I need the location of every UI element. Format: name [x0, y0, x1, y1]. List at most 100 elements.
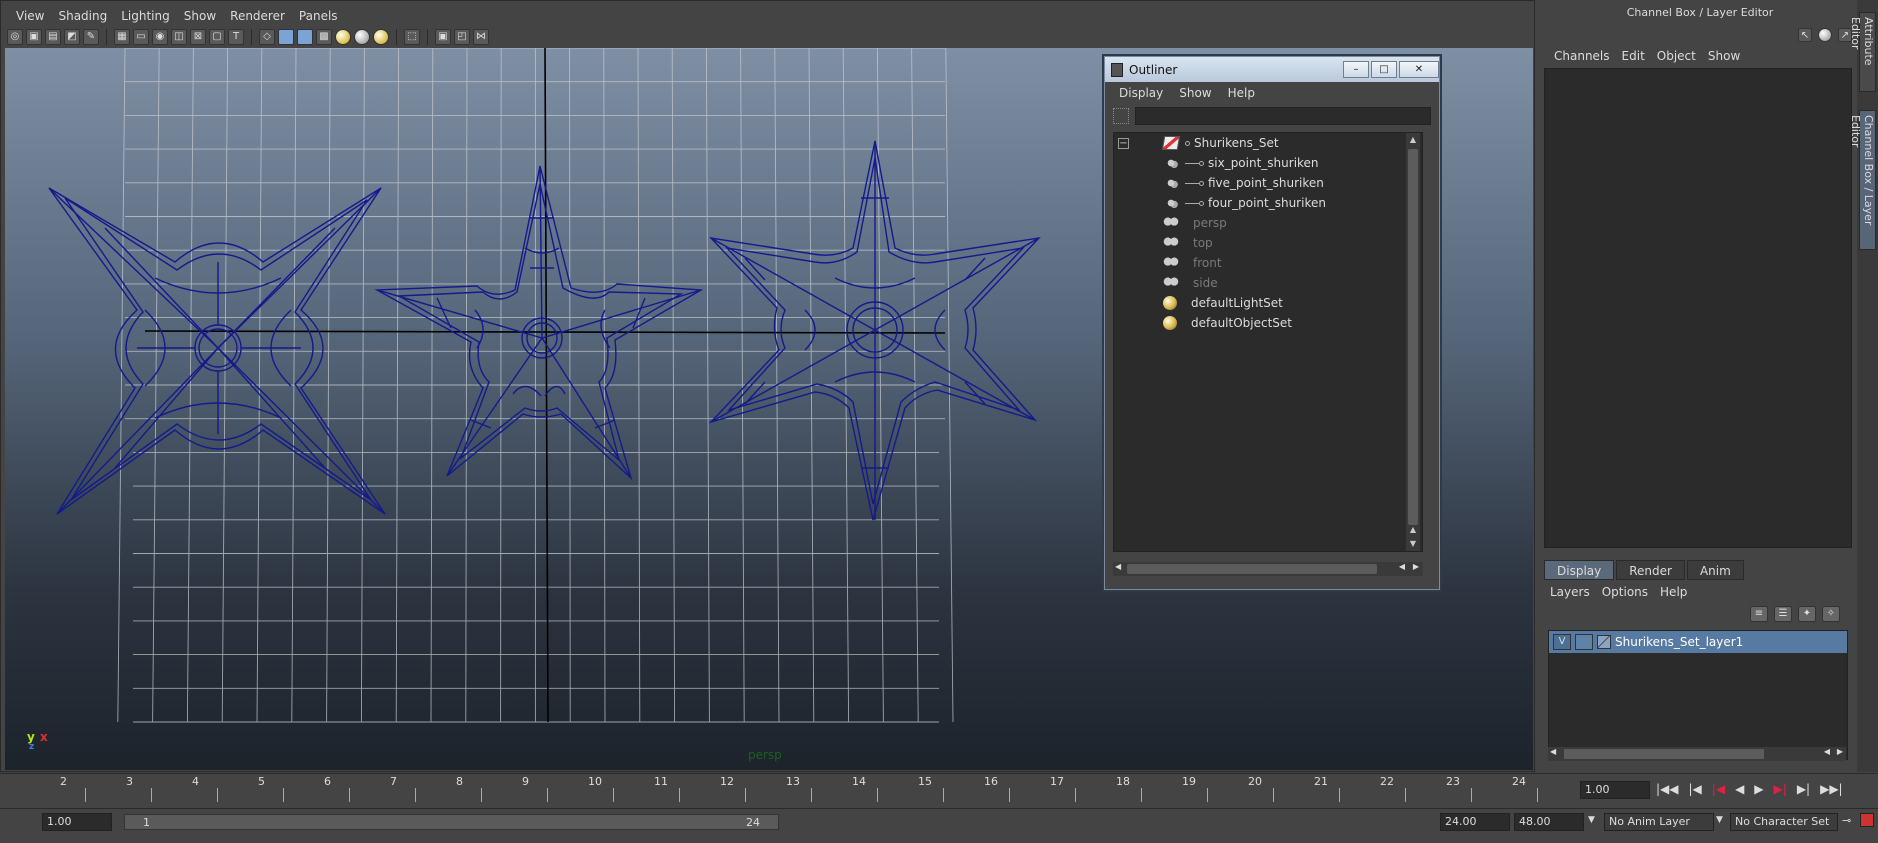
- field-chart-icon[interactable]: ⊠: [190, 29, 206, 45]
- menu-renderer[interactable]: Renderer: [223, 9, 292, 23]
- layer-menu-layers[interactable]: Layers: [1544, 585, 1596, 599]
- new-layer-selected-icon[interactable]: ✧: [1822, 606, 1840, 622]
- wireframe-on-shaded-icon[interactable]: [297, 29, 313, 45]
- step-forward-icon[interactable]: ▶|: [1797, 782, 1810, 796]
- scroll-down-icon[interactable]: ▼: [1406, 537, 1420, 551]
- character-set-dropdown-icon[interactable]: ▼: [1716, 815, 1723, 825]
- outliner-search-input[interactable]: [1135, 107, 1431, 125]
- five-point-shuriken[interactable]: [374, 165, 704, 481]
- character-set-select[interactable]: No Character Set: [1730, 813, 1838, 831]
- outliner-menu-display[interactable]: Display: [1111, 86, 1171, 100]
- range-slider[interactable]: 1 24: [124, 814, 779, 830]
- maximize-button[interactable]: □: [1371, 61, 1397, 78]
- tab-channel-box-layer-editor[interactable]: Channel Box / Layer Editor: [1849, 110, 1876, 250]
- tab-anim[interactable]: Anim: [1686, 560, 1744, 580]
- go-to-start-icon[interactable]: |◀◀: [1656, 782, 1679, 796]
- scroll-right-icon[interactable]: ▶: [1413, 562, 1419, 571]
- cb-menu-show[interactable]: Show: [1702, 49, 1746, 63]
- outliner-vertical-scrollbar[interactable]: ▲ ▲ ▼: [1406, 133, 1420, 551]
- anim-layer-select[interactable]: No Anim Layer: [1604, 813, 1714, 831]
- auto-key-icon[interactable]: [1860, 813, 1874, 827]
- play-backwards-icon[interactable]: ◀: [1735, 782, 1744, 796]
- step-forward-key-icon[interactable]: ▶|: [1774, 782, 1787, 796]
- scroll-thumb[interactable]: [1408, 149, 1418, 525]
- film-gate-icon[interactable]: ▭: [133, 29, 149, 45]
- menu-shading[interactable]: Shading: [51, 9, 114, 23]
- menu-panels[interactable]: Panels: [292, 9, 345, 23]
- layer-menu-help[interactable]: Help: [1654, 585, 1693, 599]
- scroll-up-icon[interactable]: ▲: [1406, 133, 1420, 147]
- tree-item-default-object-set[interactable]: defaultObjectSet: [1114, 313, 1422, 333]
- range-end-field[interactable]: 24.00: [1440, 813, 1510, 831]
- scroll-left-icon[interactable]: ◀: [1399, 562, 1405, 571]
- play-forwards-icon[interactable]: ▶: [1754, 782, 1763, 796]
- select-camera-icon[interactable]: ◎: [7, 29, 23, 45]
- tab-display[interactable]: Display: [1544, 560, 1615, 580]
- safe-title-icon[interactable]: T: [228, 29, 244, 45]
- tree-item-five-point-shuriken[interactable]: five_point_shuriken: [1114, 173, 1422, 193]
- resolution-gate-icon[interactable]: ◉: [152, 29, 168, 45]
- grid-icon[interactable]: ▦: [114, 29, 130, 45]
- isolate-select-icon[interactable]: ⬚: [404, 29, 420, 45]
- layer-visibility-toggle[interactable]: V: [1553, 634, 1571, 650]
- scroll-left-icon[interactable]: ◀: [1824, 747, 1830, 756]
- outliner-horizontal-scrollbar[interactable]: ◀ ◀ ▶: [1113, 562, 1423, 576]
- layer-color-swatch[interactable]: [1597, 635, 1611, 649]
- wireframe-icon[interactable]: ◇: [259, 29, 275, 45]
- safe-action-icon[interactable]: ▢: [209, 29, 225, 45]
- outliner-menu-help[interactable]: Help: [1220, 86, 1263, 100]
- scroll-left-icon[interactable]: ◀: [1550, 747, 1556, 756]
- cb-menu-object[interactable]: Object: [1651, 49, 1702, 63]
- time-slider[interactable]: 2 3 4 5 6 7 8 9 10 11 12 13 14 15 16 17 18 19 20 21 22 23 24 1…: [0, 773, 1878, 806]
- tab-render[interactable]: Render: [1616, 560, 1685, 580]
- scroll-left-icon[interactable]: ◀: [1115, 562, 1121, 571]
- cb-menu-channels[interactable]: Channels: [1548, 49, 1616, 63]
- tree-item-persp[interactable]: persp: [1114, 213, 1422, 233]
- layer-menu-options[interactable]: Options: [1596, 585, 1654, 599]
- scroll-up-icon[interactable]: ▲: [1406, 523, 1420, 537]
- xray-joints-icon[interactable]: ◰: [454, 29, 470, 45]
- range-start-field[interactable]: 1.00: [42, 813, 112, 831]
- menu-view[interactable]: View: [9, 9, 51, 23]
- tree-item-side[interactable]: side: [1114, 273, 1422, 293]
- camera-attributes-icon[interactable]: ▣: [26, 29, 42, 45]
- tree-item-default-light-set[interactable]: defaultLightSet: [1114, 293, 1422, 313]
- key-icon[interactable]: ⊸: [1842, 814, 1851, 827]
- layer-row[interactable]: V Shurikens_Set_layer1: [1549, 631, 1847, 653]
- tree-item-front[interactable]: front: [1114, 253, 1422, 273]
- high-quality-icon[interactable]: [373, 29, 389, 45]
- scroll-right-icon[interactable]: ▶: [1837, 747, 1843, 756]
- animation-end-field[interactable]: 48.00: [1514, 813, 1584, 831]
- close-button[interactable]: ✕: [1399, 61, 1439, 78]
- textured-icon[interactable]: ▩: [316, 29, 332, 45]
- tree-item-six-point-shuriken[interactable]: six_point_shuriken: [1114, 153, 1422, 173]
- xray-icon[interactable]: ▣: [435, 29, 451, 45]
- menu-show[interactable]: Show: [177, 9, 223, 23]
- gate-mask-icon[interactable]: ◫: [171, 29, 187, 45]
- outliner-menu-show[interactable]: Show: [1171, 86, 1219, 100]
- layer-display-type-toggle[interactable]: [1575, 634, 1593, 650]
- xray-active-components-icon[interactable]: ⋈: [473, 29, 489, 45]
- tab-attribute-editor[interactable]: Attribute Editor: [1849, 12, 1876, 92]
- lighting-icon[interactable]: [335, 29, 351, 45]
- tree-item-four-point-shuriken[interactable]: four_point_shuriken: [1114, 193, 1422, 213]
- smooth-shade-icon[interactable]: [278, 29, 294, 45]
- tree-item-top[interactable]: top: [1114, 233, 1422, 253]
- scroll-thumb[interactable]: [1564, 749, 1764, 759]
- collapse-icon[interactable]: −: [1118, 137, 1129, 149]
- shadows-icon[interactable]: [354, 29, 370, 45]
- six-point-shuriken[interactable]: [708, 140, 1041, 521]
- move-layer-icon[interactable]: ≡: [1750, 606, 1768, 622]
- current-frame-field[interactable]: 1.00: [1580, 781, 1650, 799]
- anim-layer-dropdown-icon[interactable]: ▼: [1588, 815, 1595, 825]
- outliner-titlebar[interactable]: Outliner – □ ✕: [1105, 57, 1439, 82]
- filter-grip-icon[interactable]: [1113, 108, 1129, 124]
- tool-icon[interactable]: ↖: [1798, 28, 1812, 42]
- scroll-thumb[interactable]: [1127, 564, 1377, 574]
- step-back-icon[interactable]: |◀: [1689, 782, 1702, 796]
- grease-pencil-icon[interactable]: ✎: [83, 29, 99, 45]
- cb-menu-edit[interactable]: Edit: [1616, 49, 1651, 63]
- channel-box-area[interactable]: [1544, 68, 1852, 548]
- bookmark-icon[interactable]: ▤: [45, 29, 61, 45]
- outliner-tree[interactable]: − Shurikens_Set six_point_shuriken five_…: [1113, 132, 1423, 552]
